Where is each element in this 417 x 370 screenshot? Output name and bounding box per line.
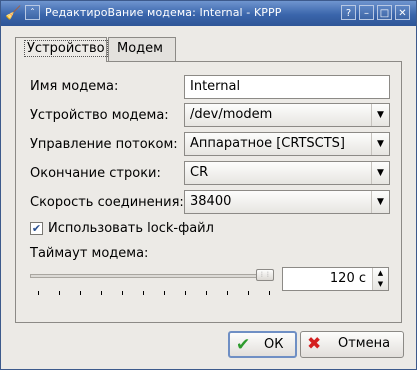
close-button[interactable]: ✕	[395, 5, 410, 20]
spin-up-icon[interactable]: ▲	[373, 268, 388, 279]
kppp-app-icon[interactable]: 🧹	[5, 5, 22, 22]
connection-speed-select[interactable]: 38400 ▼	[184, 190, 390, 214]
tab-device-label: Устройство	[24, 40, 108, 57]
dropdown-arrow-icon[interactable]: ▼	[371, 104, 389, 126]
slider-tick	[80, 291, 81, 295]
timeout-slider-handle[interactable]: ⋮⋮	[256, 269, 274, 281]
dialog-window: 🧹 ˆ РедактироВание модема: Internal - KP…	[0, 0, 417, 370]
tab-modem-label: Модем	[117, 41, 163, 56]
flow-control-value: Аппаратное [CRTSCTS]	[190, 136, 346, 151]
slider-tick	[164, 291, 165, 295]
lockfile-checkbox[interactable]: ✔	[30, 222, 43, 235]
slider-tick	[143, 291, 144, 295]
modem-name-input[interactable]: Internal	[184, 75, 390, 99]
slider-tick	[38, 291, 39, 295]
slider-tick	[122, 291, 123, 295]
modem-name-label: Имя модема:	[30, 79, 119, 94]
connection-speed-value: 38400	[190, 194, 232, 209]
help-button[interactable]: ?	[341, 5, 356, 20]
spin-buttons: ▲ ▼	[372, 268, 388, 290]
slider-tick	[269, 291, 270, 295]
flow-control-select[interactable]: Аппаратное [CRTSCTS] ▼	[184, 132, 390, 156]
spin-down-icon[interactable]: ▼	[373, 279, 388, 290]
dropdown-arrow-icon[interactable]: ▼	[371, 133, 389, 155]
timeout-slider-track[interactable]	[30, 274, 260, 278]
line-end-value: CR	[190, 165, 209, 180]
slider-tick	[248, 291, 249, 295]
title-bar[interactable]: 🧹 ˆ РедактироВание модема: Internal - KP…	[1, 1, 416, 26]
slider-tick	[227, 291, 228, 295]
slider-tick	[101, 291, 102, 295]
maximize-button[interactable]: □	[377, 5, 392, 20]
tab-modem[interactable]: Модем	[108, 37, 176, 61]
menu-chevron-icon[interactable]: ˆ	[25, 5, 40, 20]
ok-button[interactable]: ✔ ОК	[228, 331, 297, 358]
dropdown-arrow-icon[interactable]: ▼	[371, 162, 389, 184]
slider-tick	[59, 291, 60, 295]
line-end-select[interactable]: CR ▼	[184, 161, 390, 185]
tab-device[interactable]: Устройство	[15, 37, 108, 62]
modem-device-value: /dev/modem	[190, 107, 273, 122]
checkmark-icon: ✔	[236, 335, 251, 355]
modem-timeout-label: Таймаут модема:	[30, 246, 149, 261]
modem-device-select[interactable]: /dev/modem ▼	[184, 103, 390, 127]
line-end-label: Окончание строки:	[30, 166, 161, 181]
slider-tick	[206, 291, 207, 295]
flow-control-label: Управление потоком:	[30, 137, 178, 152]
tab-panel-device: Имя модема: Internal Устройство модема: …	[15, 61, 402, 323]
connection-speed-label: Скорость соединения:	[30, 195, 184, 210]
dropdown-arrow-icon[interactable]: ▼	[371, 191, 389, 213]
window-title: РедактироВание модема: Internal - KPPP	[45, 6, 282, 19]
timeout-spinbox[interactable]: 120 с ▲ ▼	[282, 267, 389, 291]
cross-icon: ✖	[307, 334, 322, 354]
slider-tick	[185, 291, 186, 295]
ok-button-label: ОК	[264, 337, 284, 352]
timeout-value: 120 с	[329, 271, 366, 286]
cancel-button[interactable]: ✖ Отмена	[300, 331, 404, 358]
modem-device-label: Устройство модема:	[30, 108, 169, 123]
cancel-button-label: Отмена	[338, 336, 391, 351]
lockfile-label[interactable]: Использовать lock-файл	[48, 221, 214, 236]
minimize-button[interactable]: –	[359, 5, 374, 20]
